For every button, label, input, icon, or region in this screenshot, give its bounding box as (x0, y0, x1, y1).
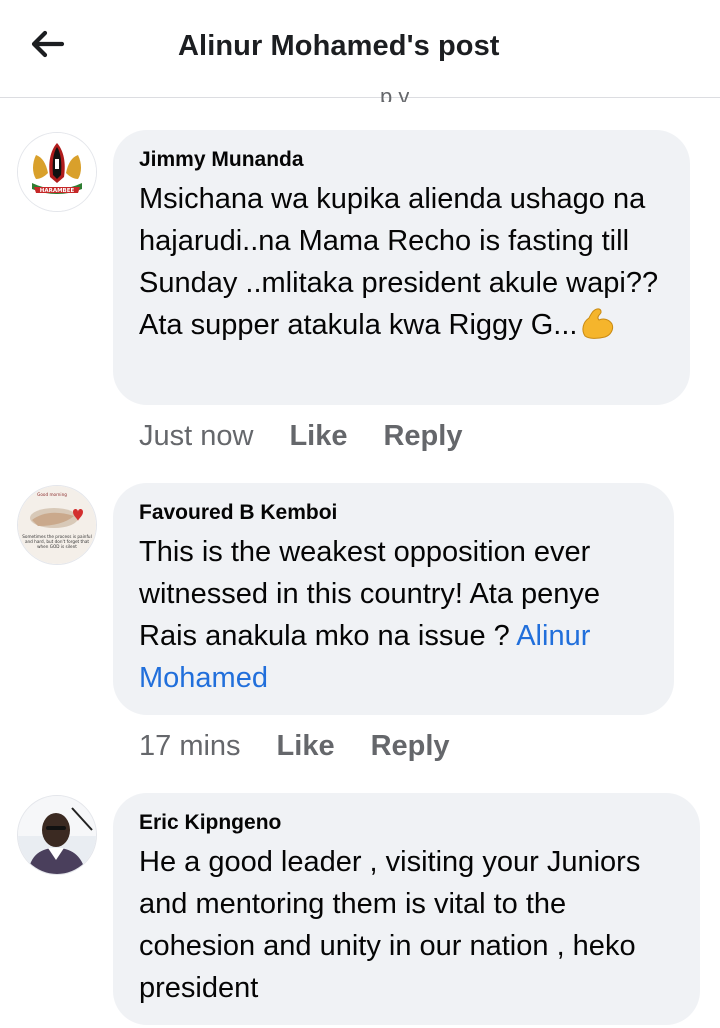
profile-photo-icon (18, 796, 96, 874)
comment-bubble[interactable]: Favoured B Kemboi This is the weakest op… (113, 483, 674, 715)
avatar[interactable]: HARAMBEE (17, 132, 97, 212)
comment-bubble[interactable]: Eric Kipngeno He a good leader , visitin… (113, 793, 700, 1025)
quote-image-icon: Good morning Sometimes the process is pa… (18, 486, 96, 564)
comment-timestamp: 17 mins (139, 730, 241, 762)
page-title: Alinur Mohamed's post (178, 30, 500, 62)
comment-timestamp: Just now (139, 420, 254, 452)
top-bar: Alinur Mohamed's post (0, 0, 720, 98)
reply-button[interactable]: Reply (383, 420, 462, 453)
comment-text: He a good leader , visiting your Juniors… (139, 846, 641, 1004)
like-button[interactable]: Like (277, 730, 335, 763)
arrow-left-icon (31, 30, 65, 58)
comment-bubble[interactable]: Jimmy Munanda Msichana wa kupika alienda… (113, 130, 690, 405)
svg-text:HARAMBEE: HARAMBEE (40, 188, 75, 194)
comment-text: This is the weakest opposition ever witn… (139, 536, 601, 694)
avatar[interactable] (17, 795, 97, 875)
svg-text:Good morning: Good morning (37, 492, 67, 497)
comment-author[interactable]: Jimmy Munanda (139, 148, 666, 172)
comment-actions: 17 mins Like Reply (139, 730, 486, 763)
comment-actions: Just now Like Reply (139, 420, 498, 453)
back-button[interactable] (22, 22, 74, 66)
comment-author[interactable]: Favoured B Kemboi (139, 501, 650, 525)
reply-button[interactable]: Reply (371, 730, 450, 763)
truncated-text: p y (380, 92, 409, 102)
comment-author[interactable]: Eric Kipngeno (139, 811, 676, 835)
coat-of-arms-icon: HARAMBEE (18, 133, 96, 211)
comment-text: Msichana wa kupika alienda ushago na haj… (139, 178, 666, 352)
like-button[interactable]: Like (289, 420, 347, 453)
flexed-biceps-emoji-icon (579, 306, 615, 352)
avatar[interactable]: Good morning Sometimes the process is pa… (17, 485, 97, 565)
